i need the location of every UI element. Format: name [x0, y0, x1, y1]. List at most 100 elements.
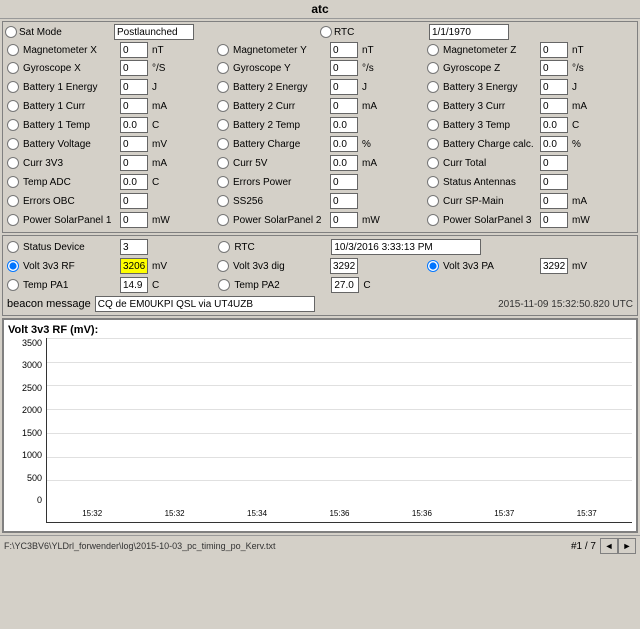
- bat3-curr-radio[interactable]: [427, 100, 439, 112]
- curr-5v-radio[interactable]: [217, 157, 229, 169]
- curr-sp-main-input[interactable]: [540, 193, 568, 209]
- ss256-radio[interactable]: [217, 195, 229, 207]
- status-antennas-cell: Status Antennas: [425, 173, 635, 191]
- volt-3v3-pa-input[interactable]: [540, 258, 568, 274]
- errors-obc-radio[interactable]: [7, 195, 19, 207]
- temp-pa2-input[interactable]: [331, 277, 359, 293]
- bat3-energy-radio[interactable]: [427, 81, 439, 93]
- gyro-y-radio[interactable]: [217, 62, 229, 74]
- curr-total-input[interactable]: [540, 155, 568, 171]
- mag-z-input[interactable]: [540, 42, 568, 58]
- batt-voltage-row: Battery Voltage mV Battery Charge % Batt…: [5, 135, 635, 153]
- status-antennas-radio[interactable]: [427, 176, 439, 188]
- temp-pa1-input[interactable]: [120, 277, 148, 293]
- bat1-temp-input[interactable]: [120, 117, 148, 133]
- gyro-z-radio[interactable]: [427, 62, 439, 74]
- curr-5v-cell: Curr 5V mA: [215, 154, 425, 172]
- bat1-curr-input[interactable]: [120, 98, 148, 114]
- bat1-curr-radio[interactable]: [7, 100, 19, 112]
- bat3-energy-cell: Battery 3 Energy J: [425, 78, 635, 96]
- rtc-radio[interactable]: [320, 26, 332, 38]
- sat-mode-radio[interactable]: [5, 26, 17, 38]
- bat1-temp-radio[interactable]: [7, 119, 19, 131]
- bat3-curr-input[interactable]: [540, 98, 568, 114]
- x-label-6: 15:37: [467, 509, 541, 518]
- bat3-temp-input[interactable]: [540, 117, 568, 133]
- mag-y-input[interactable]: [330, 42, 358, 58]
- chart-title: Volt 3v3 RF (mV):: [8, 324, 632, 336]
- bat2-curr-input[interactable]: [330, 98, 358, 114]
- status-device-input[interactable]: [120, 239, 148, 255]
- battery-energy-row: Battery 1 Energy J Battery 2 Energy J Ba…: [5, 78, 635, 96]
- errors-obc-input[interactable]: [120, 193, 148, 209]
- solar-panel-1-input[interactable]: [120, 212, 148, 228]
- bat1-curr-cell: Battery 1 Curr mA: [5, 97, 215, 115]
- bat3-temp-radio[interactable]: [427, 119, 439, 131]
- sat-mode-input[interactable]: [114, 24, 194, 40]
- solar-panel-2-input[interactable]: [330, 212, 358, 228]
- batt-voltage-radio[interactable]: [7, 138, 19, 150]
- temp-adc-input[interactable]: [120, 174, 148, 190]
- sat-mode-group: Sat Mode: [5, 24, 320, 40]
- ss256-input[interactable]: [330, 193, 358, 209]
- batt-charge-calc-radio[interactable]: [427, 138, 439, 150]
- gyro-x-radio[interactable]: [7, 62, 19, 74]
- x-label-1: 15:32: [55, 509, 129, 518]
- next-button[interactable]: ►: [618, 538, 636, 554]
- beacon-input[interactable]: [95, 296, 315, 312]
- gyro-x-input[interactable]: [120, 60, 148, 76]
- temp-pa2-radio[interactable]: [218, 279, 230, 291]
- ss256-cell: SS256: [215, 192, 425, 210]
- rtc-input[interactable]: [429, 24, 509, 40]
- bat1-energy-input[interactable]: [120, 79, 148, 95]
- bat2-energy-cell: Battery 2 Energy J: [215, 78, 425, 96]
- volt-3v3-dig-input[interactable]: [330, 258, 358, 274]
- mag-z-radio[interactable]: [427, 44, 439, 56]
- solar-panel-2-radio[interactable]: [217, 214, 229, 226]
- bat3-energy-input[interactable]: [540, 79, 568, 95]
- top-bar: atc: [0, 0, 640, 19]
- temp-adc-radio[interactable]: [7, 176, 19, 188]
- errors-power-radio[interactable]: [217, 176, 229, 188]
- y-label-2500: 2500: [22, 383, 42, 393]
- status-device-radio[interactable]: [7, 241, 19, 253]
- curr-3v3-input[interactable]: [120, 155, 148, 171]
- volt-3v3-dig-cell: Volt 3v3 dig: [215, 257, 425, 275]
- mag-x-input[interactable]: [120, 42, 148, 58]
- bat2-energy-radio[interactable]: [217, 81, 229, 93]
- bat2-temp-radio[interactable]: [217, 119, 229, 131]
- volt-3v3-rf-radio[interactable]: [7, 260, 19, 272]
- volt-3v3-dig-radio[interactable]: [217, 260, 229, 272]
- batt-charge-radio[interactable]: [217, 138, 229, 150]
- rtc2-radio[interactable]: [218, 241, 230, 253]
- curr-5v-input[interactable]: [330, 155, 358, 171]
- rtc2-input[interactable]: [331, 239, 481, 255]
- batt-charge-input[interactable]: [330, 136, 358, 152]
- prev-button[interactable]: ◄: [600, 538, 618, 554]
- solar-panel-1-radio[interactable]: [7, 214, 19, 226]
- solar-panel-3-input[interactable]: [540, 212, 568, 228]
- y-label-3000: 3000: [22, 360, 42, 370]
- volt-3v3-rf-input[interactable]: [120, 258, 148, 274]
- bat2-energy-input[interactable]: [330, 79, 358, 95]
- errors-power-input[interactable]: [330, 174, 358, 190]
- bat1-energy-cell: Battery 1 Energy J: [5, 78, 215, 96]
- bat1-energy-radio[interactable]: [7, 81, 19, 93]
- gyro-z-input[interactable]: [540, 60, 568, 76]
- bat2-curr-radio[interactable]: [217, 100, 229, 112]
- curr-3v3-radio[interactable]: [7, 157, 19, 169]
- curr-total-radio[interactable]: [427, 157, 439, 169]
- volt-3v3-pa-radio[interactable]: [427, 260, 439, 272]
- mag-y-radio[interactable]: [217, 44, 229, 56]
- solar-panel-3-radio[interactable]: [427, 214, 439, 226]
- batt-voltage-input[interactable]: [120, 136, 148, 152]
- status-antennas-input[interactable]: [540, 174, 568, 190]
- bat2-temp-input[interactable]: [330, 117, 358, 133]
- gyro-y-input[interactable]: [330, 60, 358, 76]
- volt-3v3-pa-cell: Volt 3v3 PA mV: [425, 257, 635, 275]
- temp-pa1-radio[interactable]: [7, 279, 19, 291]
- curr-sp-main-radio[interactable]: [427, 195, 439, 207]
- temp-pa2-cell: Temp PA2 C: [216, 276, 427, 294]
- batt-charge-calc-input[interactable]: [540, 136, 568, 152]
- mag-x-radio[interactable]: [7, 44, 19, 56]
